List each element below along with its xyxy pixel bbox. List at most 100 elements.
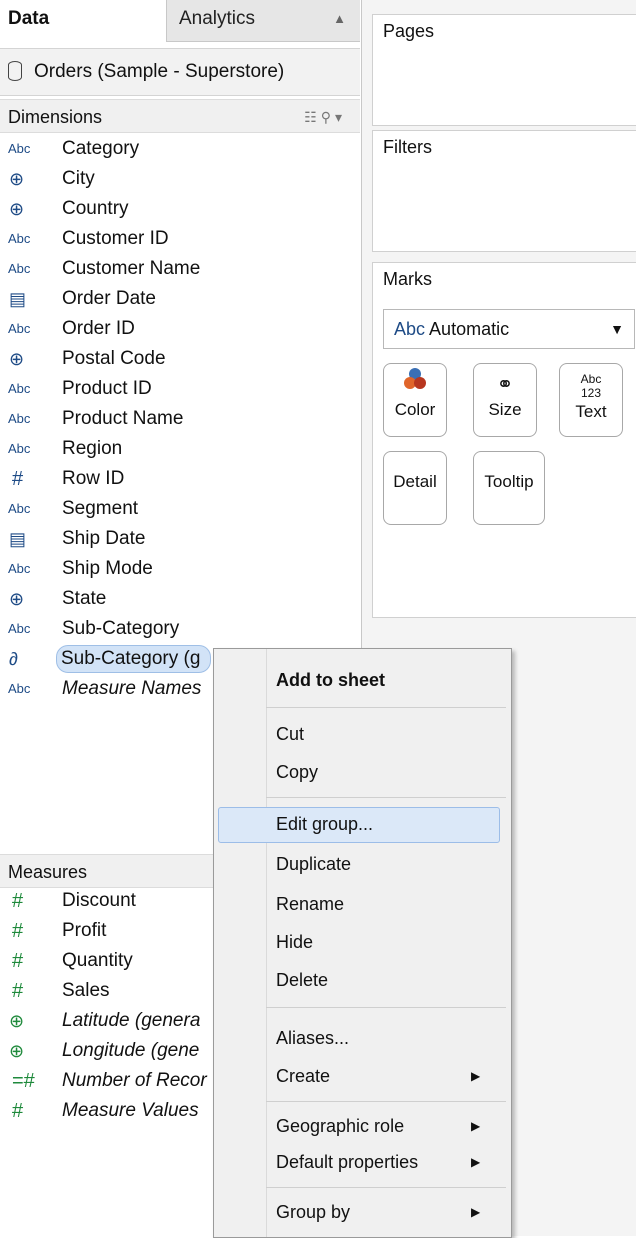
context-menu: Add to sheet Cut Copy Edit group... Dupl… bbox=[213, 648, 512, 1238]
field-label: Customer Name bbox=[62, 258, 201, 279]
measures-title: Measures bbox=[8, 862, 88, 882]
detail-button[interactable]: Detail bbox=[383, 451, 447, 525]
text-label: Text bbox=[575, 402, 607, 421]
field-label: Ship Mode bbox=[62, 558, 153, 579]
text-type-icon: Abc bbox=[8, 561, 31, 576]
mark-type-select[interactable]: Abc Automatic ▼ bbox=[383, 309, 635, 349]
chevron-down-icon[interactable]: ▾ bbox=[335, 109, 346, 125]
dimension-field[interactable]: Abc Order ID bbox=[0, 314, 360, 344]
dimension-field[interactable]: ⊕ Postal Code bbox=[0, 344, 360, 374]
menu-item-copy[interactable]: Copy bbox=[276, 755, 318, 789]
dimension-field[interactable]: Abc Customer Name bbox=[0, 254, 360, 284]
field-label: City bbox=[62, 168, 95, 189]
tooltip-button[interactable]: Tooltip bbox=[473, 451, 545, 525]
mark-type-value: Automatic bbox=[429, 319, 510, 339]
dimension-field[interactable]: # Row ID bbox=[0, 464, 360, 494]
tab-scroll-arrows-icon[interactable]: ▲ bbox=[333, 0, 346, 38]
text-icon-abc: Abc bbox=[580, 372, 602, 386]
color-button[interactable]: Color bbox=[383, 363, 447, 437]
dimension-field[interactable]: ⊕ Country bbox=[0, 194, 360, 224]
field-label: Segment bbox=[62, 498, 139, 519]
dimension-field[interactable]: Abc Customer ID bbox=[0, 224, 360, 254]
globe-icon: ⊕ bbox=[9, 1011, 25, 1031]
menu-separator bbox=[266, 1187, 506, 1188]
menu-item-rename[interactable]: Rename bbox=[276, 887, 344, 921]
field-label: State bbox=[62, 588, 107, 609]
field-label: Sub-Category (g bbox=[56, 645, 212, 673]
tab-analytics[interactable]: Analytics ▲ bbox=[166, 0, 360, 42]
tab-data[interactable]: Data bbox=[0, 0, 166, 42]
menu-item-group-by-label: Group by bbox=[276, 1202, 351, 1222]
datasource-item[interactable]: Orders (Sample - Superstore) bbox=[0, 48, 360, 96]
text-type-icon: Abc bbox=[8, 621, 31, 636]
text-button[interactable]: Abc 123 Text bbox=[559, 363, 623, 437]
field-label: Category bbox=[62, 138, 140, 159]
marks-title: Marks bbox=[383, 269, 432, 289]
dimension-field[interactable]: Abc Region bbox=[0, 434, 360, 464]
paperclip-icon: ∂ bbox=[9, 649, 18, 669]
dimensions-header: Dimensions ☷⚲▾ bbox=[0, 99, 360, 133]
menu-item-default-properties[interactable]: Default properties ▶ bbox=[276, 1145, 480, 1179]
field-label: Latitude (genera bbox=[62, 1010, 201, 1031]
pages-shelf[interactable]: Pages bbox=[372, 14, 636, 126]
dimension-field[interactable]: Abc Sub-Category bbox=[0, 614, 360, 644]
text-type-icon: Abc bbox=[8, 261, 31, 276]
dimension-field[interactable]: ⊕ State bbox=[0, 584, 360, 614]
filters-shelf[interactable]: Filters bbox=[372, 130, 636, 252]
menu-item-aliases[interactable]: Aliases... bbox=[276, 1021, 349, 1055]
menu-item-edit-group[interactable]: Edit group... bbox=[276, 807, 373, 841]
text-type-icon: Abc bbox=[8, 231, 31, 246]
calendar-icon: ▤ bbox=[9, 529, 27, 549]
menu-item-geographic-role[interactable]: Geographic role ▶ bbox=[276, 1109, 480, 1143]
text-type-icon: Abc bbox=[8, 501, 31, 516]
view-toggle-icon[interactable]: ☷ bbox=[304, 109, 321, 125]
menu-item-create[interactable]: Create ▶ bbox=[276, 1059, 480, 1093]
text-type-icon: Abc bbox=[8, 411, 31, 426]
tooltip-label: Tooltip bbox=[484, 472, 534, 491]
dimension-field[interactable]: ▤ Ship Date bbox=[0, 524, 360, 554]
field-label: Longitude (gene bbox=[62, 1040, 200, 1061]
text-type-icon: Abc bbox=[8, 321, 31, 336]
menu-item-hide[interactable]: Hide bbox=[276, 925, 313, 959]
color-label: Color bbox=[394, 400, 436, 419]
globe-icon: ⊕ bbox=[9, 589, 25, 609]
datasource-label: Orders (Sample - Superstore) bbox=[34, 61, 285, 82]
globe-icon: ⊕ bbox=[9, 169, 25, 189]
dimension-field[interactable]: Abc Category bbox=[0, 134, 360, 164]
menu-item-create-label: Create bbox=[276, 1066, 331, 1086]
text-type-icon: Abc bbox=[8, 141, 31, 156]
number-icon: # bbox=[12, 920, 24, 942]
field-label: Row ID bbox=[62, 468, 125, 489]
menu-item-delete[interactable]: Delete bbox=[276, 963, 328, 997]
menu-separator bbox=[266, 707, 506, 708]
field-label: Product ID bbox=[62, 378, 152, 399]
globe-icon: ⊕ bbox=[9, 1041, 25, 1061]
dimension-field[interactable]: Abc Product ID bbox=[0, 374, 360, 404]
dimension-field[interactable]: Abc Ship Mode bbox=[0, 554, 360, 584]
menu-item-add-to-sheet[interactable]: Add to sheet bbox=[276, 663, 385, 697]
menu-item-group-by[interactable]: Group by ▶ bbox=[276, 1195, 480, 1229]
field-label: Quantity bbox=[62, 950, 133, 971]
field-label: Measure Names bbox=[62, 678, 202, 699]
dimension-field[interactable]: Abc Product Name bbox=[0, 404, 360, 434]
dimensions-tools: ☷⚲▾ bbox=[304, 100, 346, 134]
field-label: Order ID bbox=[62, 318, 135, 339]
text-type-icon: Abc bbox=[8, 681, 31, 696]
field-label: Ship Date bbox=[62, 528, 146, 549]
dimension-field[interactable]: Abc Segment bbox=[0, 494, 360, 524]
search-icon[interactable]: ⚲ bbox=[321, 109, 335, 125]
mark-type-icon: Abc bbox=[394, 319, 426, 339]
menu-item-duplicate[interactable]: Duplicate bbox=[276, 847, 351, 881]
size-button[interactable]: ⚭ Size bbox=[473, 363, 537, 437]
color-icon bbox=[384, 366, 446, 400]
dimension-field[interactable]: ▤ Order Date bbox=[0, 284, 360, 314]
dimension-field[interactable]: ⊕ City bbox=[0, 164, 360, 194]
number-icon: # bbox=[12, 1100, 24, 1122]
menu-item-cut[interactable]: Cut bbox=[276, 717, 304, 751]
menu-separator bbox=[266, 1101, 506, 1102]
calculated-number-icon: =# bbox=[12, 1070, 35, 1092]
submenu-arrow-icon: ▶ bbox=[471, 1205, 481, 1219]
field-label: Product Name bbox=[62, 408, 184, 429]
menu-separator bbox=[266, 1007, 506, 1008]
submenu-arrow-icon: ▶ bbox=[471, 1155, 481, 1169]
